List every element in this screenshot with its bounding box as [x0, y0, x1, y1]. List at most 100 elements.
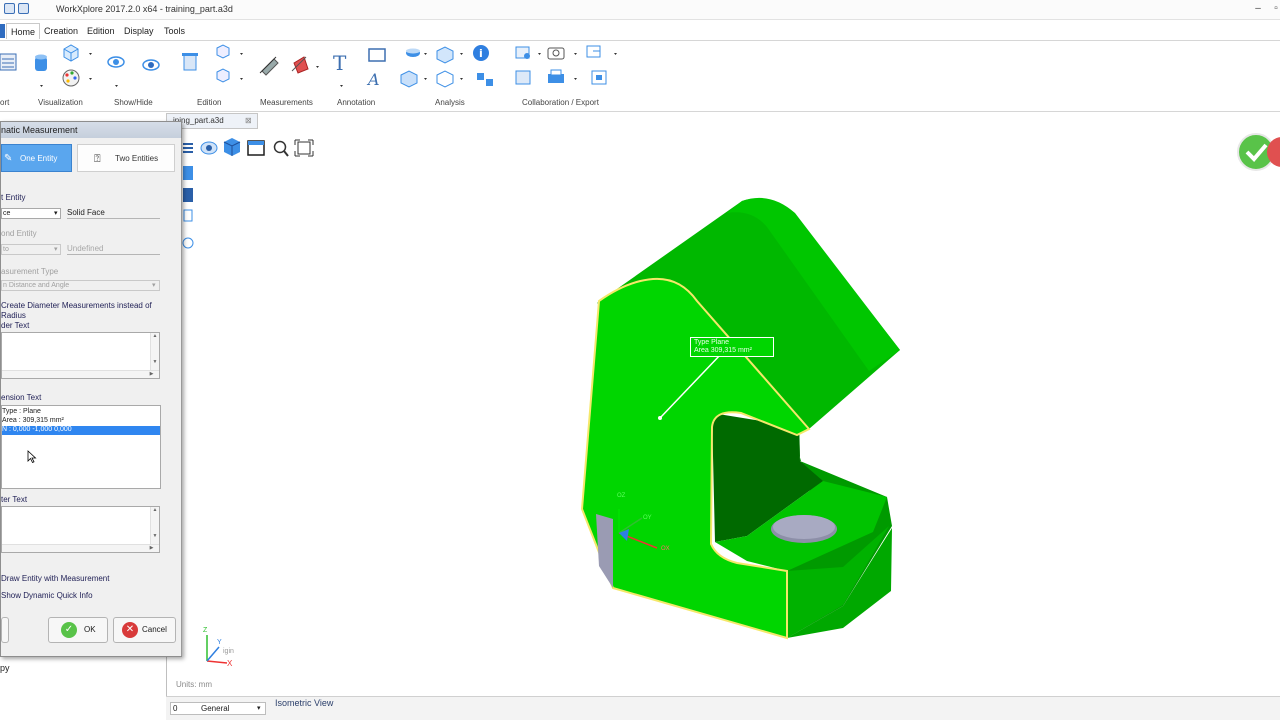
measurement-annotation[interactable]: Type Plane Area 309,315 mm²: [690, 337, 774, 357]
strip-document-icon[interactable]: [183, 209, 193, 222]
tab-one-entity[interactable]: ✎ One Entity: [1, 144, 72, 172]
zoom-icon[interactable]: [273, 140, 289, 157]
dynamic-info-checkbox[interactable]: Show Dynamic Quick Info: [1, 591, 93, 600]
delete-icon[interactable]: [182, 53, 198, 71]
annotation-anchor: [658, 416, 662, 420]
second-entity-label: ond Entity: [1, 229, 37, 238]
view-name: Isometric View: [275, 698, 334, 708]
tab-home[interactable]: Home: [6, 23, 41, 39]
triad-x-label: X: [227, 659, 233, 668]
units-label: Units: mm: [176, 680, 212, 689]
footer-text-label: ter Text: [1, 495, 28, 504]
view-cube-icon[interactable]: [223, 138, 241, 156]
footer-text-scrollbar[interactable]: ▲ ▼: [150, 507, 159, 544]
dialog-border: [181, 138, 182, 656]
header-text-scrollbar[interactable]: ▲ ▼: [150, 333, 159, 370]
measurement-type-select[interactable]: n Distance and Angle ▾: [1, 280, 160, 291]
mouse-cursor-icon: [27, 450, 37, 464]
tab-creation[interactable]: Creation: [40, 23, 82, 39]
screenshot-icon[interactable]: [547, 47, 565, 60]
menu-bar: [0, 20, 1280, 40]
group-label-collaboration-export: Collaboration / Export: [522, 98, 599, 107]
dimension-line-normal[interactable]: N : 0,000 -1,000 0,000: [2, 426, 160, 435]
strip-layer-icon[interactable]: [183, 166, 193, 180]
first-entity-select[interactable]: ce ▾: [1, 208, 61, 219]
quick-access-save-icon[interactable]: [4, 3, 15, 14]
tab-display[interactable]: Display: [120, 23, 158, 39]
tab-tools[interactable]: Tools: [160, 23, 189, 39]
file-menu-button[interactable]: [0, 24, 5, 38]
publish-icon[interactable]: [515, 70, 531, 85]
show-hide-eye-icon[interactable]: [142, 59, 160, 71]
header-text-label: der Text: [1, 321, 30, 330]
analysis-box-icon[interactable]: [400, 70, 418, 88]
fit-all-icon[interactable]: [294, 139, 314, 157]
window-title: WorkXplore 2017.2.0 x64 - training_part.…: [56, 4, 233, 14]
measure-caliper-icon[interactable]: [259, 56, 279, 76]
cancel-button[interactable]: ✕ Cancel: [113, 617, 176, 643]
annotation-type: Type Plane: [694, 339, 730, 346]
menu-lines-icon[interactable]: [183, 143, 193, 153]
validate-check-icon[interactable]: [1237, 133, 1280, 171]
svg-text:T: T: [333, 51, 347, 75]
tab-two-entities-label: Two Entities: [115, 154, 159, 163]
header-text-hscrollbar[interactable]: ▶: [2, 370, 159, 378]
viewport-toolbar: [183, 138, 314, 157]
measure-auto-icon[interactable]: [291, 56, 309, 74]
cube-icon[interactable]: [63, 44, 79, 62]
dimension-text-input[interactable]: Type : Plane Area : 309,315 mm² N : 0,00…: [1, 405, 161, 489]
layer-select[interactable]: 0 General ▾: [170, 702, 266, 715]
ok-check-icon: ✓: [61, 622, 77, 638]
palette-icon[interactable]: [62, 69, 80, 87]
ok-button[interactable]: ✓ OK: [48, 617, 108, 643]
cylinder-icon[interactable]: [35, 54, 47, 72]
dimension-line-area: Area : 309,315 mm²: [2, 417, 64, 424]
tab-edition[interactable]: Edition: [83, 23, 119, 39]
frame-view-icon[interactable]: [247, 140, 265, 156]
first-entity-value: Solid Face: [67, 208, 160, 219]
quick-access-print-icon[interactable]: [18, 3, 29, 14]
dimension-text-label: ension Text: [1, 393, 42, 402]
share-icon[interactable]: [515, 46, 530, 59]
svg-text:i: i: [479, 47, 483, 60]
tab-two-entities[interactable]: ⍰ Two Entities: [77, 144, 175, 172]
draw-entity-checkbox[interactable]: Draw Entity with Measurement: [1, 574, 109, 583]
text-annotation-icon[interactable]: T: [333, 51, 347, 75]
triad-y-label: Y: [217, 639, 222, 646]
strip-solid-icon[interactable]: [183, 188, 193, 202]
print-icon[interactable]: [548, 69, 564, 83]
dialog-title: natic Measurement: [1, 122, 181, 138]
analysis-tree-icon[interactable]: [477, 73, 493, 86]
info-icon[interactable]: i: [473, 45, 489, 61]
frame-annotation-icon[interactable]: [368, 48, 386, 62]
strip-target-icon[interactable]: [182, 237, 194, 249]
minimize-icon[interactable]: –: [1250, 2, 1266, 16]
help-button[interactable]: [1, 617, 9, 643]
triad-origin-label: igin: [223, 648, 234, 655]
second-entity-select[interactable]: to ▾: [1, 244, 61, 255]
analysis-bowl-icon[interactable]: [406, 48, 420, 58]
footer-text-hscrollbar[interactable]: ▶: [2, 544, 159, 552]
group-label-visualization: Visualization: [38, 98, 83, 107]
svg-text:A: A: [366, 70, 380, 89]
list-icon[interactable]: [0, 53, 17, 71]
close-tab-icon[interactable]: ⊠: [245, 114, 252, 128]
triad-z-label: Z: [203, 627, 208, 634]
view-eye-icon[interactable]: [200, 141, 218, 155]
export-icon[interactable]: [586, 45, 601, 58]
first-entity-select-value: ce: [3, 210, 11, 217]
analysis-solid-icon[interactable]: [436, 46, 454, 64]
footer-text-input[interactable]: ▲ ▼ ▶: [1, 506, 160, 553]
header-text-input[interactable]: ▲ ▼ ▶: [1, 332, 160, 379]
3d-part[interactable]: [580, 197, 900, 640]
export-pdf-icon[interactable]: [591, 70, 607, 85]
axis-label-oz: OZ: [617, 493, 626, 499]
transform-cube-icon[interactable]: [216, 44, 230, 83]
axis-label-ox: OX: [661, 546, 670, 552]
analysis-section-icon[interactable]: [436, 70, 454, 88]
maximize-icon[interactable]: ▫: [1268, 2, 1280, 16]
view-rotate-icon[interactable]: [107, 56, 125, 68]
diameter-option[interactable]: Create Diameter Measurements instead of …: [1, 301, 161, 321]
3d-viewport[interactable]: Type Plane Area 309,315 mm² OZ OY OX Z Y…: [166, 131, 1280, 696]
font-annotation-icon[interactable]: A: [366, 70, 380, 89]
